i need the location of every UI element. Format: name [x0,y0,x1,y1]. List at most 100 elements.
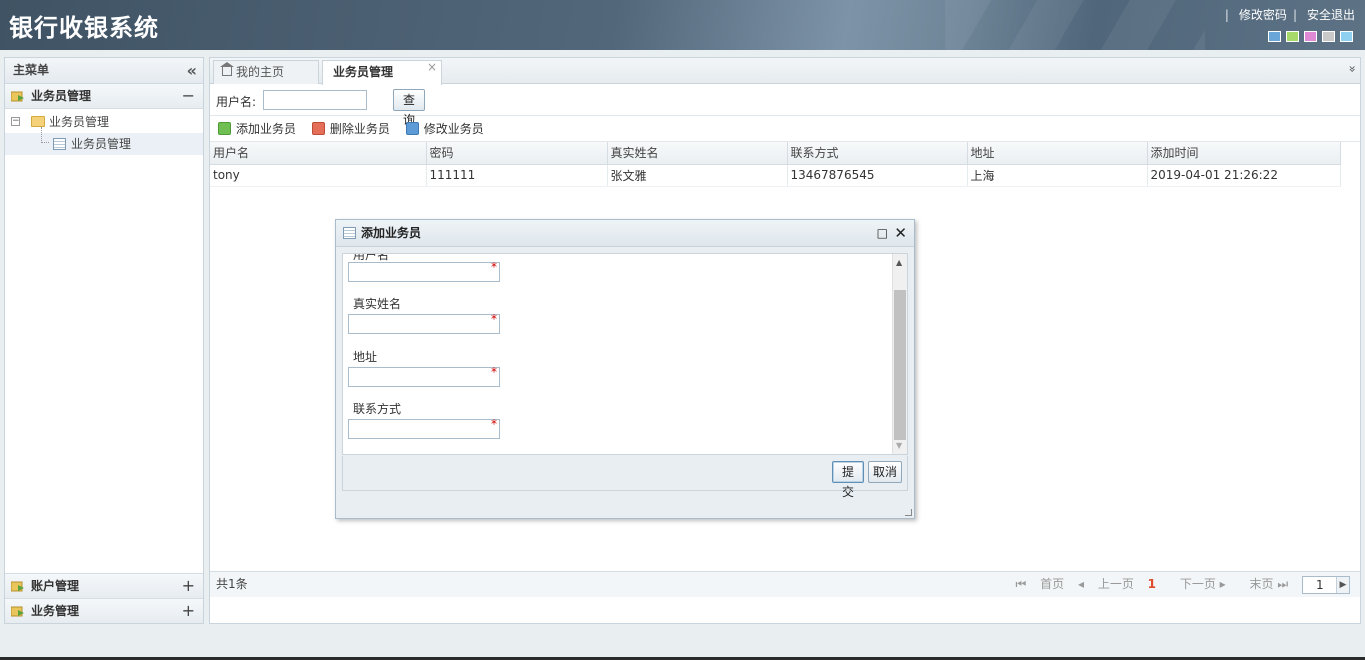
search-button[interactable]: 查询 [393,89,425,127]
cell-real-name: 张文雅 [607,164,788,187]
tab-scroll-icon[interactable]: » [1345,65,1359,72]
prev-page-label: 上一页 [1097,577,1134,591]
accordion-account-management[interactable]: 账户管理 + [5,573,203,598]
theme-swatch-green[interactable] [1286,31,1299,42]
sidebar: 主菜单 « 业务员管理 − − 业务员管理 业务员管理 账户管理 + 业务管理 … [4,57,204,624]
sidebar-title: 主菜单 [13,63,50,77]
accordion-label: 业务管理 [31,604,80,618]
scroll-up-icon[interactable]: ▲ [896,258,902,267]
close-tab-icon[interactable]: × [427,56,437,78]
cancel-button[interactable]: 取消 [868,461,902,483]
folder-arrow-icon [11,91,24,102]
last-page-link[interactable]: 末页 ⏭ [1240,577,1289,591]
maximize-icon[interactable]: □ [877,220,888,246]
resize-handle[interactable] [905,509,912,516]
change-password-link[interactable]: 修改密码 [1239,8,1287,22]
sidebar-header: 主菜单 « [5,58,203,84]
dialog-header[interactable]: 添加业务员 □ ✕ [336,220,914,247]
submit-button[interactable]: 提交 [832,461,864,499]
top-links: | 修改密码 | 安全退出 [1219,6,1355,23]
column-header-real-name[interactable]: 真实姓名 [607,142,788,165]
delete-icon [311,122,325,135]
pager: ⏮ 首页 ◂ 上一页 1 下一页 ▸ 末页 ⏭ 1 ▶ [1006,572,1350,596]
theme-swatch-gray[interactable] [1322,31,1335,42]
current-page: 1 [1147,577,1157,591]
pagination-bar: 共1条 ⏮ 首页 ◂ 上一页 1 下一页 ▸ 末页 ⏭ 1 ▶ [210,571,1360,597]
top-link-separator: | [1224,8,1229,22]
go-page-icon[interactable]: ▶ [1336,576,1349,593]
first-page-label: 首页 [1040,577,1065,591]
theme-swatch-pink[interactable] [1304,31,1317,42]
logout-link[interactable]: 安全退出 [1307,8,1355,22]
menu-tree: − 业务员管理 业务员管理 [5,109,203,155]
delete-salesman-label: 删除业务员 [329,122,390,136]
add-salesman-button[interactable]: 添加业务员 [216,116,296,142]
column-header-added-time[interactable]: 添加时间 [1147,142,1341,165]
top-link-separator: | [1292,8,1297,22]
tree-collapse-icon[interactable]: − [11,117,20,126]
expand-icon[interactable]: + [182,599,195,623]
page-number-input[interactable]: 1 ▶ [1302,575,1350,594]
expand-icon[interactable]: + [182,574,195,598]
home-icon [220,62,234,76]
tree-leaf-salesman-management[interactable]: 业务员管理 [5,127,203,155]
column-header-password[interactable]: 密码 [426,142,608,165]
table-row[interactable]: tony 111111 张文雅 13467876545 上海 2019-04-0… [210,164,1341,187]
address-label: 地址 [353,350,378,364]
column-header-username[interactable]: 用户名 [210,142,427,165]
theme-swatch-blue[interactable] [1268,31,1281,42]
folder-arrow-icon [11,581,24,592]
username-search-input[interactable] [263,90,367,110]
first-page-link[interactable]: ⏮ 首页 [1016,577,1065,591]
page-icon [53,138,66,150]
username-field[interactable]: * [348,260,500,282]
last-page-label: 末页 [1249,577,1274,591]
tree-node-salesman-management[interactable]: − 业务员管理 [5,111,203,133]
tab-home[interactable]: 我的主页 [213,60,319,84]
real-name-label: 真实姓名 [353,297,402,311]
cell-contact: 13467876545 [787,164,968,187]
accordion-salesman-management[interactable]: 业务员管理 − [5,84,203,109]
close-icon[interactable]: ✕ [894,220,907,246]
scroll-thumb[interactable] [894,290,906,440]
accordion-label: 业务员管理 [31,89,92,103]
contact-label: 联系方式 [353,402,402,416]
header-decoration [945,0,1205,50]
tab-label: 业务员管理 [333,65,394,79]
search-bar: 用户名: 查询 [210,84,1360,127]
page-number-value: 1 [1316,577,1324,592]
contact-field[interactable]: * [348,417,500,439]
edit-icon [405,122,419,135]
column-header-contact[interactable]: 联系方式 [787,142,968,165]
add-salesman-label: 添加业务员 [236,122,297,136]
prev-page-link[interactable]: ◂ 上一页 [1078,577,1134,591]
folder-arrow-icon [11,606,24,617]
next-page-link[interactable]: 下一页 ▸ [1170,577,1226,591]
sidebar-bottom-groups: 账户管理 + 业务管理 + [5,573,203,623]
theme-swatch-cyan[interactable] [1340,31,1353,42]
tab-salesman-management[interactable]: 业务员管理 × [322,60,442,85]
add-icon [218,122,231,135]
add-salesman-dialog: 添加业务员 □ ✕ 用户名 * 真实姓名 * 地址 * 联系方式 * ▲ ▼ 提… [335,219,915,519]
required-mark: * [491,417,497,431]
collapse-sidebar-icon[interactable]: « [187,58,197,83]
accordion-business-management[interactable]: 业务管理 + [5,598,203,623]
cell-username: tony [210,164,427,187]
address-field[interactable]: * [348,365,500,387]
delete-salesman-button[interactable]: 删除业务员 [310,116,390,142]
column-header-address[interactable]: 地址 [967,142,1148,165]
accordion-label: 账户管理 [31,579,80,593]
scroll-down-icon[interactable]: ▼ [896,441,902,450]
tab-bar: 我的主页 业务员管理 × » [210,58,1360,85]
dialog-scrollbar[interactable]: ▲ ▼ [892,254,907,454]
form-icon [343,227,356,239]
dialog-body: 用户名 * 真实姓名 * 地址 * 联系方式 * ▲ ▼ [342,253,908,455]
folder-icon [31,116,45,127]
cell-address: 上海 [967,164,1148,187]
real-name-field[interactable]: * [348,312,500,334]
collapse-icon[interactable]: − [182,84,195,108]
edit-salesman-button[interactable]: 修改业务员 [404,116,484,142]
tree-connector [41,127,49,143]
required-mark: * [491,312,497,326]
next-page-label: 下一页 [1179,577,1216,591]
